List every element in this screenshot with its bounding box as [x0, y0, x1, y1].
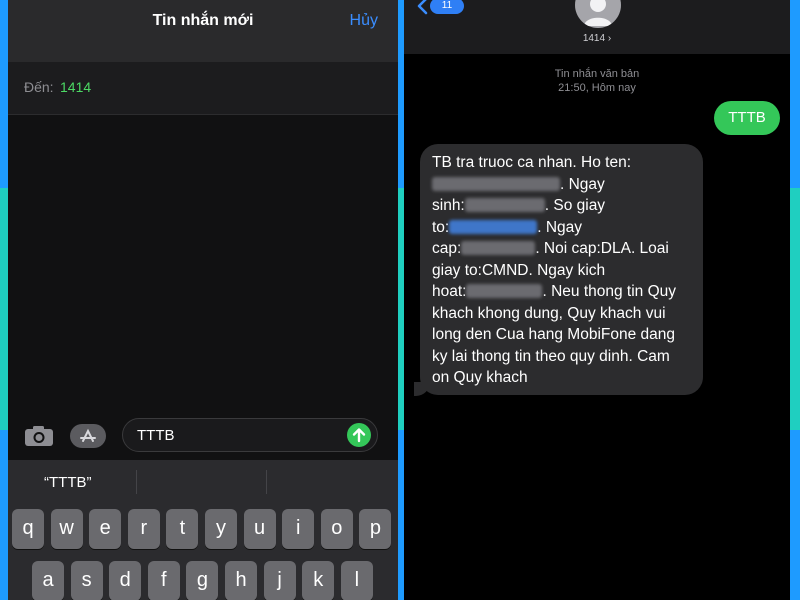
recipient-label: Đến:: [24, 79, 54, 95]
key-r[interactable]: r: [127, 509, 160, 549]
page-title: Tin nhắn mới: [152, 12, 254, 29]
arrow-up-icon: [352, 428, 366, 443]
conversation-header: 11 1414 ›: [404, 0, 790, 54]
new-message-header: Tin nhắn mới Hủy: [8, 0, 398, 62]
message-text: . Neu thong tin Quy khach khong dung, Qu…: [432, 283, 677, 386]
message-input-value: TTTB: [137, 427, 175, 444]
key-f[interactable]: f: [147, 561, 180, 600]
key-l[interactable]: l: [340, 561, 373, 600]
key-g[interactable]: g: [186, 561, 219, 600]
redacted-issue-date: [461, 241, 536, 255]
key-s[interactable]: s: [70, 561, 103, 600]
key-h[interactable]: h: [225, 561, 257, 600]
camera-icon: [25, 426, 53, 446]
message-meta: Tin nhắn văn bản 21:50, Hôm nay: [404, 67, 790, 95]
key-q[interactable]: q: [12, 509, 44, 549]
message-text: cap:: [432, 240, 462, 257]
key-i[interactable]: i: [282, 509, 315, 549]
message-text: . Ngay: [560, 175, 605, 193]
cancel-button[interactable]: Hủy: [350, 12, 378, 30]
redacted-name: [432, 176, 560, 191]
recipient-row[interactable]: Đến: 1414: [8, 62, 398, 115]
suggestion-divider: [136, 470, 137, 494]
sent-message-bubble[interactable]: TTTB: [714, 101, 780, 135]
key-y[interactable]: y: [205, 509, 237, 549]
key-a[interactable]: a: [32, 561, 64, 600]
message-text: . Ngay: [537, 218, 583, 236]
recipient-value[interactable]: 1414: [60, 79, 91, 95]
key-d[interactable]: d: [109, 561, 142, 600]
message-text: TB tra truoc ca nhan. Ho ten:: [432, 154, 632, 171]
message-text: . Noi cap:DLA. Loai: [535, 240, 669, 257]
new-message-screen: Tin nhắn mới Hủy Đến: 1414 TTTB “TTTB” q…: [8, 0, 398, 600]
key-u[interactable]: u: [243, 509, 276, 549]
person-icon: [584, 0, 612, 26]
redacted-birthdate: [464, 198, 545, 212]
camera-button[interactable]: [22, 424, 56, 448]
avatar[interactable]: [575, 0, 621, 28]
redacted-id-number: [449, 219, 538, 234]
message-text: hoat:: [432, 283, 467, 300]
message-text: to:: [432, 218, 450, 236]
contact-name[interactable]: 1414 ›: [404, 33, 790, 44]
compose-bar: TTTB: [8, 410, 398, 460]
key-j[interactable]: j: [263, 561, 296, 600]
suggestion-item[interactable]: “TTTB”: [44, 474, 91, 491]
received-message-bubble[interactable]: TB tra truoc ca nhan. Ho ten: . Ngay sin…: [420, 144, 703, 395]
back-button[interactable]: 11: [416, 0, 464, 18]
app-store-button[interactable]: [70, 424, 106, 448]
key-o[interactable]: o: [320, 509, 353, 549]
unread-count-badge: 11: [430, 0, 464, 14]
message-timestamp: 21:50, Hôm nay: [558, 82, 636, 94]
predictive-bar: “TTTB”: [8, 460, 398, 506]
app-store-icon: [80, 428, 96, 442]
redacted-activation-date: [466, 284, 543, 298]
key-p[interactable]: p: [359, 509, 392, 549]
key-k[interactable]: k: [302, 561, 335, 600]
keyboard: “TTTB” qwertyuiop asdfghjkl: [8, 460, 398, 600]
message-text: giay to:CMND. Ngay kich: [432, 261, 606, 279]
key-w[interactable]: w: [50, 509, 83, 549]
conversation-screen: 11 1414 › Tin nhắn văn bản 21:50, Hôm na…: [404, 0, 790, 600]
send-button[interactable]: [347, 423, 371, 447]
message-input[interactable]: TTTB: [122, 418, 378, 452]
chevron-left-icon: [417, 0, 428, 15]
message-text: . So giay: [544, 197, 606, 214]
key-t[interactable]: t: [166, 509, 199, 549]
suggestion-divider: [266, 470, 267, 494]
message-type-label: Tin nhắn văn bản: [554, 68, 640, 80]
key-e[interactable]: e: [89, 509, 122, 549]
message-text: sinh:: [432, 197, 465, 214]
